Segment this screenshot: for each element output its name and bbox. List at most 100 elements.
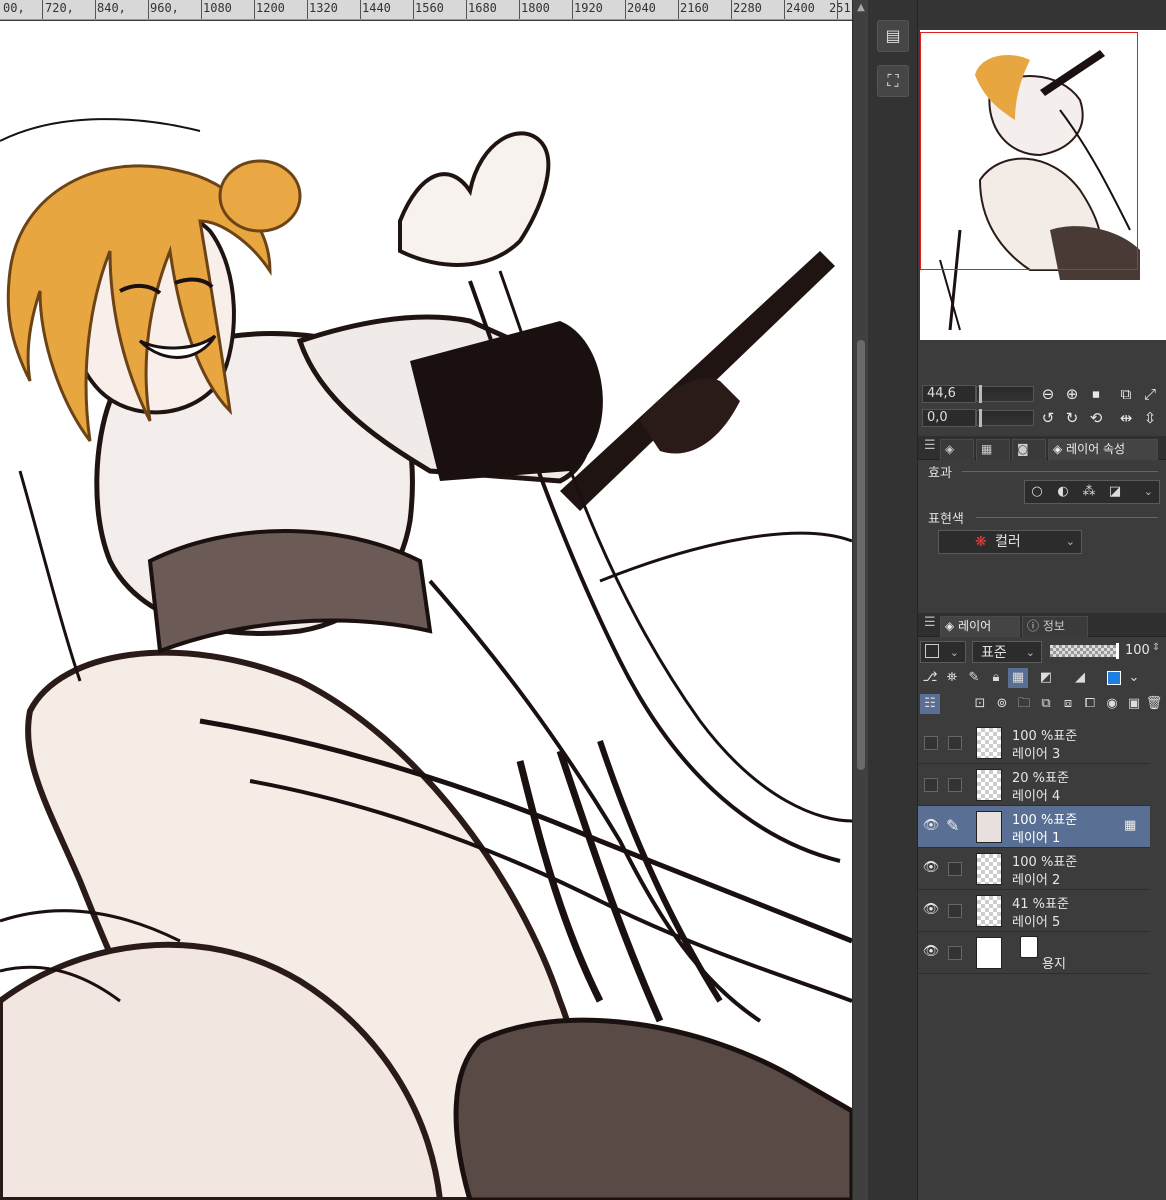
chevron-down-icon: ⌄ [949,646,959,659]
edit-target-toggle[interactable] [948,862,962,876]
eye-icon[interactable]: 👁︎ [922,818,940,834]
layer-row-5[interactable]: 👁︎ 41 %표준 레이어 5 [918,890,1150,932]
new-raster-layer-icon[interactable]: ⊡ [970,694,990,714]
extract-line-icon[interactable]: ◐ [1053,482,1073,502]
illustration-artwork [0,118,852,1200]
draft-layer-icon[interactable]: ✎ [964,668,984,688]
paper-icon [1020,936,1038,958]
canvas-vertical-scrollbar[interactable]: ▲ [852,0,868,1200]
edit-target-toggle[interactable] [948,946,962,960]
transfer-to-lower-icon[interactable]: ⧉ [1036,694,1056,714]
edit-target-toggle[interactable] [948,904,962,918]
navigator-view-frame[interactable] [920,32,1138,270]
layer-tab-label: 레이어 [958,619,992,633]
layer-name[interactable]: 레이어 1 [1012,827,1060,846]
layer-palette-menu-icon[interactable]: ☰ [924,615,936,630]
reference-layer-icon[interactable]: ⛯ [942,668,962,688]
chevron-down-icon[interactable]: ⌄ [1124,668,1144,688]
apply-mask-icon[interactable]: ▣ [1124,694,1144,714]
navigator-preview[interactable] [920,30,1166,340]
ruler-tick-label: 251 [829,1,851,15]
expression-color-select[interactable]: ❋ 컬러 ⌄ [938,530,1082,554]
layer-row-4[interactable]: 20 %표준 레이어 4 [918,764,1150,806]
layer-row-3[interactable]: 100 %표준 레이어 3 [918,722,1150,764]
tool-property-icon: ◈ [945,442,955,456]
edit-target-toggle[interactable] [948,778,962,792]
scroll-up-arrow-icon[interactable]: ▲ [853,0,869,16]
eye-icon[interactable]: 👁︎ [922,902,940,918]
actual-size-icon[interactable]: ⤢ [1140,384,1160,404]
blend-mode-select[interactable]: 표준 ⌄ [972,641,1042,663]
layer-property-tab[interactable]: ◈ 레이어 속성 [1048,439,1158,460]
lock-transparent-pixels-icon[interactable]: ▦ [1008,668,1028,688]
layer-name[interactable]: 용지 [1042,953,1066,972]
reset-rotation-icon[interactable]: ⟲ [1086,408,1106,428]
layer-row-2[interactable]: 👁︎ 100 %표준 레이어 2 [918,848,1150,890]
eye-icon[interactable]: 👁︎ [922,860,940,876]
layer-tab-bar: ☰ ◈ 레이어 ⓘ 정보 [918,613,1166,637]
border-effect-icon[interactable]: ○ [1027,482,1047,502]
mask-enable-icon[interactable]: ◩ [1036,668,1056,688]
rotate-left-icon[interactable]: ↺ [1038,408,1058,428]
opacity-stepper-icon[interactable]: ⇕ [1152,642,1160,653]
visibility-toggle[interactable] [924,736,938,750]
scrollbar-thumb[interactable] [857,340,865,770]
info-icon: ⓘ [1027,619,1043,633]
clip-to-lower-layer-icon[interactable]: ⎇ [920,668,940,688]
layer-tab[interactable]: ◈ 레이어 [940,616,1020,637]
sub-tool-detail-tab[interactable]: ▦ [976,439,1010,460]
lock-layer-icon[interactable]: 🔒︎ [986,668,1006,688]
opacity-slider[interactable] [1050,645,1116,657]
layer-name[interactable]: 레이어 5 [1012,911,1060,930]
drawing-canvas[interactable] [0,21,852,1200]
zoom-out-icon[interactable]: ⊖ [1038,384,1058,404]
opacity-value[interactable]: 100 [1125,643,1150,658]
rotate-right-icon[interactable]: ↻ [1062,408,1082,428]
edit-target-toggle[interactable] [948,736,962,750]
tool-property-tab[interactable]: ◈ [940,439,974,460]
delete-layer-icon[interactable]: 🗑︎ [1144,694,1164,714]
create-mask-icon[interactable]: ◉ [1102,694,1122,714]
layer-list-view-icon[interactable]: ☷ [920,694,940,714]
zoom-value-field[interactable]: 44,6 [922,385,976,403]
new-vector-layer-icon[interactable]: ⊚ [992,694,1012,714]
visibility-toggle[interactable] [924,778,938,792]
layer-color-icon[interactable]: ◪ [1105,482,1125,502]
right-palette-panel: 44,6 ⊖ ⊕ ⏹ ⧉ ⤢ 0,0 ↺ ↻ ⟲ ⇹ ⇳ ☰ ◈ ▦ ◙ ◈ 레… [918,0,1166,1200]
layer-row-1[interactable]: 👁︎ ✎ 100 %표준 레이어 1 ▦ [918,806,1150,848]
opacity-slider-handle[interactable] [1116,643,1119,659]
layer-name[interactable]: 레이어 4 [1012,785,1060,804]
ruler-tick-label: 2040 [627,1,656,15]
flip-horizontal-icon[interactable]: ⇹ [1116,408,1136,428]
ruler-show-icon[interactable]: ◢ [1070,668,1090,688]
info-tab-label: 정보 [1042,619,1065,633]
pen-icon[interactable]: ✎ [946,816,959,835]
layer-name[interactable]: 레이어 2 [1012,869,1060,888]
brush-size-tab[interactable]: ◙ [1012,439,1046,460]
effect-dropdown-caret-icon[interactable]: ⌄ [1144,481,1153,503]
zoom-in-icon[interactable]: ⊕ [1062,384,1082,404]
navigator-palette-icon[interactable]: ▤ [877,20,909,52]
info-tab[interactable]: ⓘ 정보 [1022,616,1088,637]
tone-effect-icon[interactable]: ⁂ [1079,482,1099,502]
sub-view-palette-icon[interactable]: ⛶ [877,65,909,97]
new-folder-icon[interactable]: 🗀︎ [1014,694,1034,714]
layer-color-swatch-icon[interactable] [1104,668,1124,688]
eye-icon[interactable]: 👁︎ [922,944,940,960]
fit-to-navigator-icon[interactable]: ⧉ [1116,384,1136,404]
palette-menu-icon[interactable]: ☰ [924,438,936,453]
layer-toolbar-1: ⎇ ⛯ ✎ 🔒︎ ▦ ◩ ◢ ⌄ [918,668,1166,690]
rotation-slider[interactable] [976,409,1034,427]
fit-view-icon[interactable]: ⏹ [1086,384,1106,404]
layer-name[interactable]: 레이어 3 [1012,743,1060,762]
duplicate-layer-icon[interactable]: ⧠ [1080,694,1100,714]
layer-property-tab-label: 레이어 속성 [1066,442,1126,456]
horizontal-ruler: 00, 720, 840, 960, 1080 1200 1320 1440 1… [0,0,852,20]
combine-with-lower-icon[interactable]: ⧈ [1058,694,1078,714]
flip-vertical-icon[interactable]: ⇳ [1140,408,1160,428]
rotation-value-field[interactable]: 0,0 [922,409,976,427]
layer-color-select[interactable]: ⌄ [920,641,966,663]
ruler-tick-label: 1920 [574,1,603,15]
zoom-slider[interactable] [976,385,1034,403]
paper-layer-row[interactable]: 👁︎ 용지 [918,932,1150,974]
